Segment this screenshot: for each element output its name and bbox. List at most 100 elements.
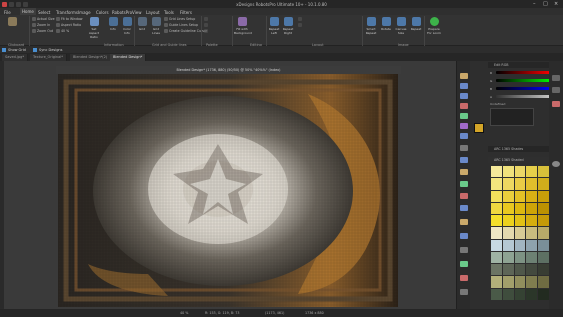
tab-blended-design-2[interactable]: Blended Design*(2) [70,54,112,61]
rug-design-image[interactable] [58,74,398,307]
panel-icon-2[interactable] [552,87,560,93]
minimize-icon[interactable]: – [533,1,536,7]
palette-swatch[interactable] [514,215,526,227]
clone-icon[interactable] [460,181,468,187]
palette-swatch[interactable] [502,264,514,276]
show-grid-checkbox[interactable] [2,47,6,52]
pattern-icon[interactable] [460,219,468,225]
zoom-tool-icon[interactable] [460,145,468,151]
line-icon[interactable] [460,193,468,199]
foreground-swatch[interactable] [474,123,484,133]
palette-swatch[interactable] [526,166,538,178]
palette-swatch[interactable] [491,251,502,264]
palette-swatch[interactable] [538,178,549,190]
palette-swatch[interactable] [538,227,549,239]
palette-swatch[interactable] [502,288,514,300]
zoom-value[interactable]: 40 % [56,29,69,33]
menu-file[interactable]: File [4,10,11,15]
tab-saved[interactable]: Saved.jpg* [2,54,29,61]
palette-swatch[interactable] [514,227,526,239]
brush-icon[interactable] [460,73,468,79]
repeat-right-button[interactable]: Repeat Right [282,17,294,35]
palette-swatch[interactable] [526,178,538,190]
palette-swatch[interactable] [491,276,502,288]
grid-lines-setup-button[interactable]: Grid Lines Setup [164,17,195,21]
repeat-left-button[interactable]: Repeat Left [268,17,280,35]
palette-swatch[interactable] [491,178,502,190]
palette-swatch[interactable] [514,276,526,288]
lasso-icon[interactable] [460,93,468,99]
palette-tool-3[interactable] [204,29,208,33]
palette-swatch[interactable] [526,288,538,300]
menu-filters[interactable]: Filters [180,10,192,15]
grid-lines-button[interactable]: Grid Lines [150,17,162,35]
palette-swatch[interactable] [491,202,502,215]
menu-image[interactable]: Image [78,10,91,15]
palette-swatch[interactable] [502,178,514,190]
zoom-in-button[interactable]: Zoom In [32,23,50,27]
layer-icon[interactable] [460,261,468,267]
palette-swatch[interactable] [526,202,538,215]
palette-swatch[interactable] [502,190,514,202]
menu-colors[interactable]: Colors [96,10,109,15]
palette-swatch[interactable] [502,202,514,215]
info-button[interactable]: Info [107,17,119,35]
picker-icon[interactable] [460,123,468,129]
rotate-button[interactable]: Rotate [380,17,392,35]
palette-swatch[interactable] [514,190,526,202]
paste-button[interactable] [6,17,18,35]
menu-view[interactable]: View [132,10,142,15]
palette-swatch[interactable] [502,239,514,251]
palette-swatch[interactable] [514,288,526,300]
menu-tools[interactable]: Tools [164,10,174,15]
menu-robotspro[interactable]: RobotsPro [112,10,132,15]
palette-swatch[interactable] [526,276,538,288]
palette-swatch[interactable] [502,227,514,239]
shape-icon[interactable] [460,157,468,163]
menu-transforms[interactable]: Transforms [56,10,78,15]
palette-swatch[interactable] [538,202,549,215]
palette-swatch[interactable] [514,166,526,178]
fit-to-window-button[interactable]: Fit to Window [56,17,83,21]
mask-icon[interactable] [460,275,468,281]
palette-swatch[interactable] [491,166,502,178]
layout-tool-2[interactable] [298,23,302,27]
palette-swatch[interactable] [538,166,549,178]
close-icon[interactable]: × [554,1,558,7]
palette-swatch[interactable] [514,251,526,264]
tab-texture-original[interactable]: Texture_Original* [30,54,68,61]
panel-icon-1[interactable] [552,75,560,81]
palette-swatch[interactable] [491,264,502,276]
palette-swatch[interactable] [491,215,502,227]
palette-swatch[interactable] [526,227,538,239]
palette-swatch[interactable] [514,264,526,276]
set-aspect-button[interactable]: Set Aspect Ratio [86,17,102,39]
palette-swatch[interactable] [538,190,549,202]
sync-designs-checkbox[interactable] [33,47,37,52]
palette-swatch[interactable] [502,166,514,178]
tab-blended-design[interactable]: Blended Design* [110,54,147,61]
palette-swatch[interactable] [502,276,514,288]
palette-swatch[interactable] [526,264,538,276]
palette-swatch[interactable] [514,178,526,190]
palette-swatch[interactable] [538,239,549,251]
palette-swatch[interactable] [491,227,502,239]
move-icon[interactable] [460,83,468,89]
palette-swatch[interactable] [526,215,538,227]
palette-swatch[interactable] [502,215,514,227]
repeat-button[interactable]: Repeat [410,17,422,35]
palette-tool-2[interactable] [204,23,208,27]
palette-swatch[interactable] [502,251,514,264]
pencil-icon[interactable] [460,169,468,175]
palette-swatch[interactable] [526,239,538,251]
palette-swatch[interactable] [526,251,538,264]
palette-swatch[interactable] [538,264,549,276]
smart-repeat-button[interactable]: Smart Repeat [365,17,377,35]
layout-tool-1[interactable] [298,17,302,21]
palette-swatch[interactable] [526,190,538,202]
palette-swatch[interactable] [491,239,502,251]
hand-icon[interactable] [460,247,468,253]
zoom-out-button[interactable]: Zoom Out [32,29,53,33]
canvas-size-button[interactable]: Canvas Size [395,17,407,35]
text-icon[interactable] [460,133,468,139]
